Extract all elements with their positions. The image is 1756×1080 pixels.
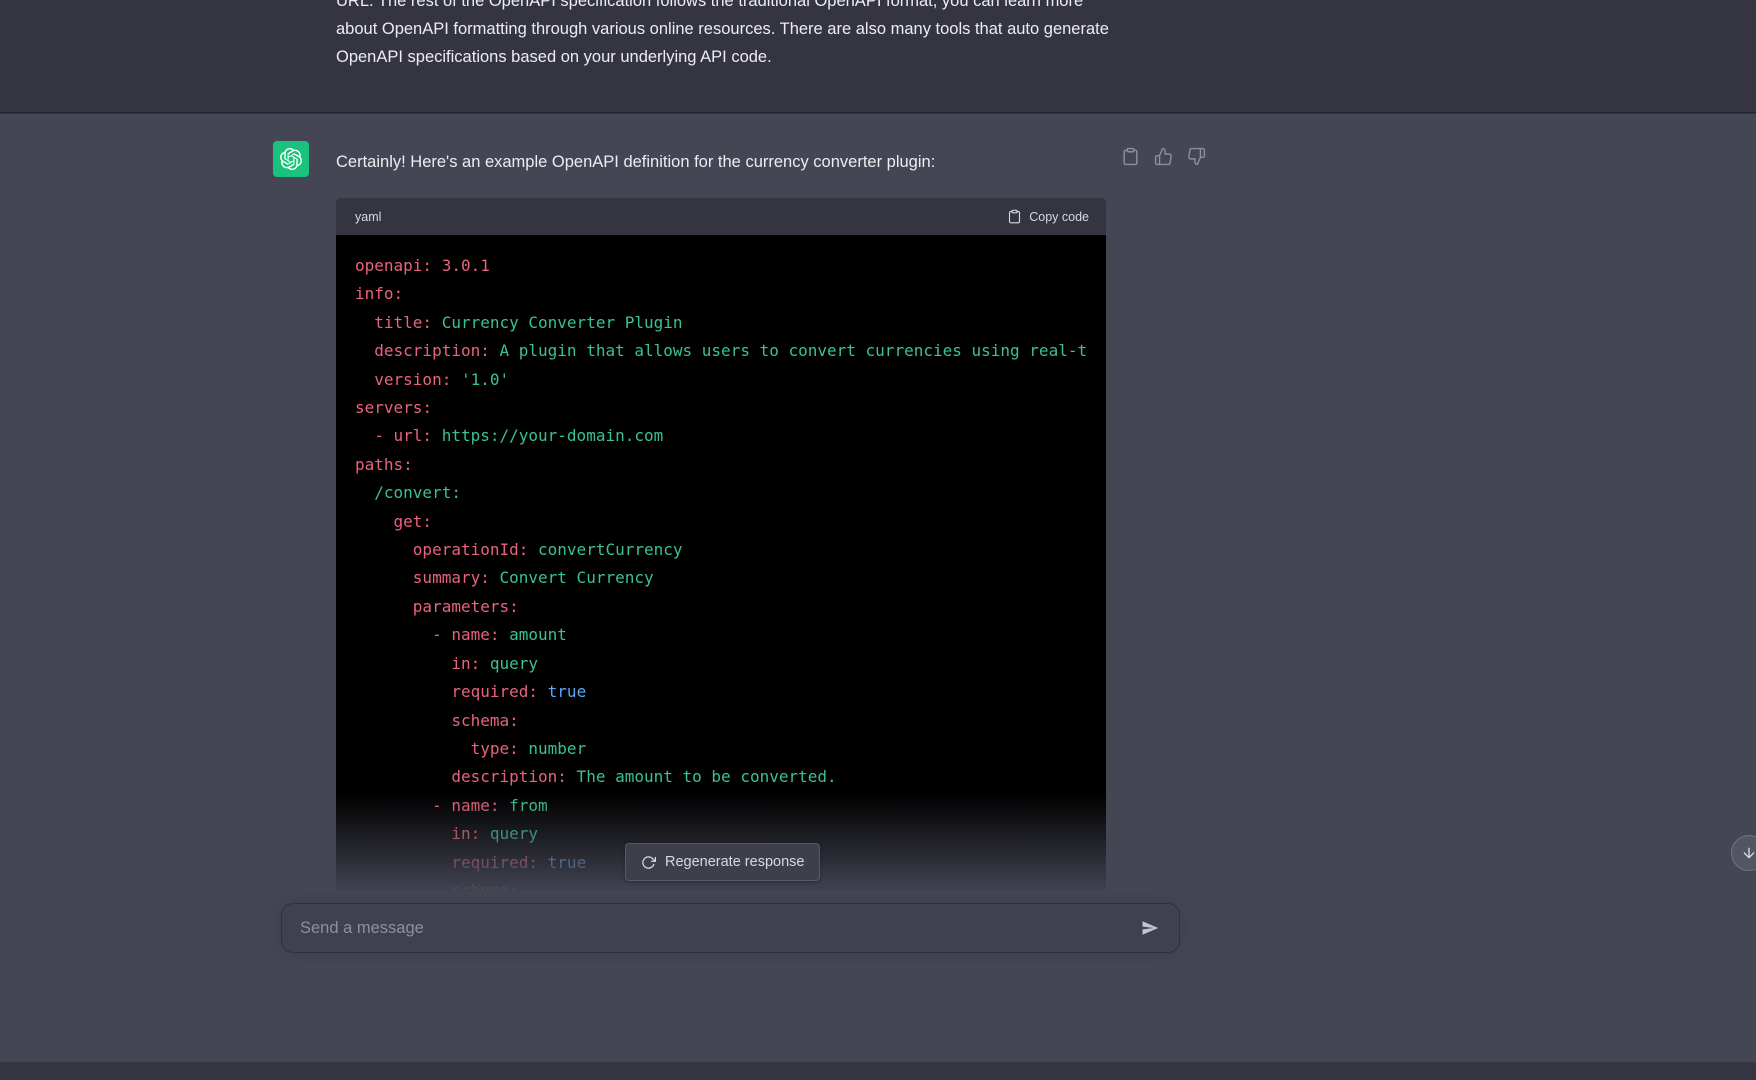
copy-code-label: Copy code <box>1029 209 1089 224</box>
regenerate-response-label: Regenerate response <box>665 854 805 870</box>
code-line: title: Currency Converter Plugin <box>355 312 683 332</box>
thumbs-up-icon <box>1154 147 1172 166</box>
thumbs-down-button[interactable] <box>1187 147 1206 166</box>
code-line: version: '1.0' <box>355 369 510 389</box>
code-line: servers: <box>355 398 433 418</box>
regenerate-response-button[interactable]: Regenerate response <box>625 843 821 881</box>
clipboard-icon <box>1009 209 1021 224</box>
assistant-message-text: Certainly! Here's an example OpenAPI def… <box>336 153 936 171</box>
openai-logo-icon <box>280 147 302 171</box>
user-message-text: URL. The rest of the OpenAPI specificati… <box>336 0 1109 66</box>
send-button[interactable] <box>1137 915 1163 941</box>
chat-app: URL. The rest of the OpenAPI specificati… <box>0 0 1756 1080</box>
code-line: description: A plugin that allows users … <box>355 341 1088 361</box>
thumbs-up-button[interactable] <box>1154 147 1173 166</box>
code-line: openapi: 3.0.1 <box>355 256 490 275</box>
bottom-bar <box>0 1062 1756 1080</box>
send-icon <box>1142 921 1159 935</box>
code-line: paths: <box>355 454 413 474</box>
message-input[interactable] <box>282 904 1179 952</box>
code-block: yaml Copy code openapi: 3.0.1 info: title… <box>336 198 1106 891</box>
code-line: type: number <box>355 738 587 758</box>
code-line: /convert: <box>355 483 461 503</box>
assistant-avatar <box>273 141 309 177</box>
code-line: info: <box>355 284 404 304</box>
composer <box>281 903 1180 953</box>
code-line: operationId: convertCurrency <box>355 540 683 560</box>
code-line: schema: <box>355 710 519 730</box>
code-line: parameters: <box>355 596 519 616</box>
copy-code-button[interactable]: Copy code <box>1007 209 1089 224</box>
code-line: - url: https://your-domain.com <box>355 426 664 446</box>
thumbs-down-icon <box>1188 147 1206 166</box>
clipboard-icon <box>1123 147 1138 166</box>
code-line: required: true <box>355 682 587 702</box>
code-line: description: The amount to be converted. <box>355 767 837 787</box>
code-language-label: yaml <box>355 209 382 224</box>
arrow-down-icon <box>1743 847 1755 859</box>
code-line: - name: from <box>355 795 548 815</box>
code-block-header: yaml Copy code <box>336 198 1106 235</box>
code-body: openapi: 3.0.1 info: title: Currency Conv… <box>336 235 1106 891</box>
copy-message-button[interactable] <box>1121 147 1140 166</box>
code-line: - name: amount <box>355 625 567 645</box>
code-line: in: query <box>355 653 539 673</box>
code-line: summary: Convert Currency <box>355 568 654 588</box>
message-actions <box>1121 147 1206 166</box>
user-message-row: URL. The rest of the OpenAPI specificati… <box>0 0 1756 113</box>
code-line: get: <box>355 511 433 531</box>
refresh-icon <box>642 855 656 869</box>
